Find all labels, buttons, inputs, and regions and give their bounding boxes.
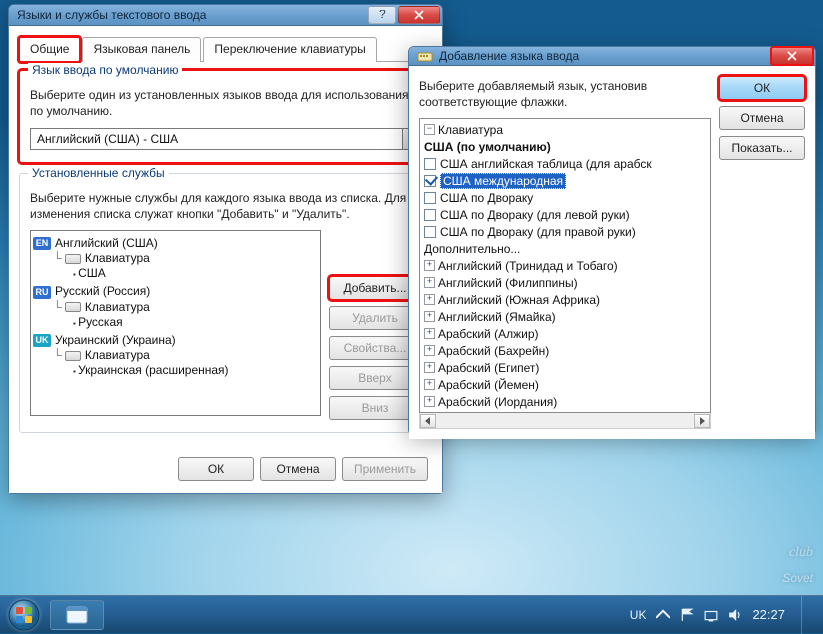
keyboard-icon [65, 302, 81, 312]
volume-icon[interactable] [728, 608, 742, 622]
tray-language-indicator[interactable]: UK [630, 608, 647, 622]
combo-value: Английский (США) - США [31, 129, 402, 149]
keyboard-node[interactable]: └ КлавиатураРусская [53, 299, 318, 331]
chevron-up-icon[interactable] [656, 608, 670, 622]
expand-icon[interactable]: + [424, 260, 435, 271]
expand-icon[interactable]: + [424, 328, 435, 339]
apply-button[interactable]: Применить [342, 457, 428, 481]
group-legend: Язык ввода по умолчанию [28, 63, 182, 77]
language-item[interactable]: UKУкраинский (Украина)└ КлавиатураУкраин… [33, 332, 318, 380]
layout-item[interactable]: США [73, 265, 318, 281]
tree-keyboard-node[interactable]: −Клавиатура [422, 121, 710, 138]
network-icon[interactable] [704, 608, 718, 622]
tree-language-node[interactable]: +Арабский (Египет) [422, 359, 710, 376]
expand-icon[interactable]: + [424, 396, 435, 407]
text-services-dialog: Языки и службы текстового ввода ? Общие … [8, 4, 443, 494]
expand-icon[interactable]: + [424, 362, 435, 373]
tray-clock[interactable]: 22:27 [752, 607, 785, 622]
scroll-right-icon[interactable] [694, 414, 710, 428]
preview-button[interactable]: Показать... [719, 136, 805, 160]
group-legend: Установленные службы [28, 166, 169, 180]
tab-key-switch[interactable]: Переключение клавиатуры [203, 37, 376, 62]
tree-language-node[interactable]: +Английский (Филиппины) [422, 274, 710, 291]
installed-languages-list[interactable]: ENАнглийский (США)└ КлавиатураСШАRUРусск… [30, 230, 321, 416]
ok-button[interactable]: ОК [178, 457, 254, 481]
flag-icon[interactable] [680, 608, 694, 622]
tree-language-node[interactable]: +Английский (Ямайка) [422, 308, 710, 325]
tree-more-link[interactable]: Дополнительно... [422, 240, 710, 257]
taskbar-app-button[interactable] [50, 600, 104, 630]
svg-text:?: ? [379, 10, 386, 20]
tree-language-node[interactable]: +Арабский (Бахрейн) [422, 342, 710, 359]
keyboard-icon [65, 351, 81, 361]
tree-layout-option[interactable]: США по Двораку (для левой руки) [422, 206, 710, 223]
default-language-desc: Выберите один из установленных языков вв… [30, 87, 421, 119]
tree-language-node[interactable]: +Арабский (Йемен) [422, 376, 710, 393]
language-item[interactable]: ENАнглийский (США)└ КлавиатураСША [33, 235, 318, 283]
collapse-icon[interactable]: − [424, 124, 435, 135]
language-item[interactable]: RUРусский (Россия)└ КлавиатураРусская [33, 283, 318, 331]
tree-layout-option[interactable]: США международная [422, 172, 710, 189]
tab-general[interactable]: Общие [19, 37, 80, 62]
horizontal-scrollbar[interactable] [419, 413, 711, 429]
tree-language-node[interactable]: +Арабский (Алжир) [422, 325, 710, 342]
installed-desc: Выберите нужные службы для каждого языка… [30, 190, 421, 222]
close-button[interactable] [771, 47, 813, 65]
start-button[interactable] [2, 596, 46, 634]
add-input-language-dialog: Добавление языка ввода Выберите добавляе… [408, 46, 816, 434]
tree-layout-option[interactable]: США английская таблица (для арабск [422, 155, 710, 172]
tree-layout-option[interactable]: США по Двораку [422, 189, 710, 206]
titlebar[interactable]: Языки и службы текстового ввода ? [9, 5, 442, 26]
system-tray[interactable]: UK 22:27 [630, 596, 817, 634]
checkbox[interactable] [424, 226, 436, 238]
keyboard-icon [65, 254, 81, 264]
titlebar[interactable]: Добавление языка ввода [409, 47, 815, 66]
window-title: Языки и службы текстового ввода [17, 8, 206, 22]
tree-language-node[interactable]: +Английский (Тринидад и Тобаго) [422, 257, 710, 274]
scroll-left-icon[interactable] [420, 414, 436, 428]
tree-language-node[interactable]: +Английский (Южная Африка) [422, 291, 710, 308]
dialog-footer: ОК Отмена Применить [19, 443, 432, 483]
default-language-combo[interactable]: Английский (США) - США [30, 128, 421, 150]
window-title: Добавление языка ввода [439, 49, 579, 63]
tabstrip: Общие Языковая панель Переключение клави… [19, 36, 432, 62]
tree-default-layout[interactable]: США (по умолчанию) [422, 138, 710, 155]
show-desktop-button[interactable] [801, 596, 811, 634]
add-language-desc: Выберите добавляемый язык, установив соо… [419, 78, 711, 110]
ok-button[interactable]: ОК [719, 76, 805, 100]
installed-services-group: Установленные службы Выберите нужные слу… [19, 173, 432, 433]
watermark: club Sovet [782, 545, 813, 587]
layout-item[interactable]: Украинская (расширенная) [73, 362, 318, 378]
layout-item[interactable]: Русская [73, 314, 318, 330]
keyboard-icon [417, 48, 433, 64]
close-button[interactable] [398, 6, 440, 24]
expand-icon[interactable]: + [424, 345, 435, 356]
expand-icon[interactable]: + [424, 277, 435, 288]
checkbox[interactable] [424, 192, 436, 204]
checkbox[interactable] [424, 209, 436, 221]
checkbox[interactable] [424, 175, 436, 187]
cancel-button[interactable]: Отмена [719, 106, 805, 130]
help-button[interactable]: ? [368, 6, 396, 24]
expand-icon[interactable]: + [424, 294, 435, 305]
tree-language-node[interactable]: +Арабский (Иордания) [422, 393, 710, 410]
expand-icon[interactable]: + [424, 311, 435, 322]
tab-language-bar[interactable]: Языковая панель [82, 37, 201, 62]
keyboard-node[interactable]: └ КлавиатураУкраинская (расширенная) [53, 347, 318, 379]
language-tree[interactable]: −КлавиатураСША (по умолчанию)США английс… [419, 118, 711, 413]
default-language-group: Язык ввода по умолчанию Выберите один из… [19, 70, 432, 162]
cancel-button[interactable]: Отмена [260, 457, 336, 481]
taskbar[interactable]: UK 22:27 [0, 595, 823, 633]
tree-layout-option[interactable]: США по Двораку (для правой руки) [422, 223, 710, 240]
expand-icon[interactable]: + [424, 379, 435, 390]
checkbox[interactable] [424, 158, 436, 170]
keyboard-node[interactable]: └ КлавиатураСША [53, 250, 318, 282]
